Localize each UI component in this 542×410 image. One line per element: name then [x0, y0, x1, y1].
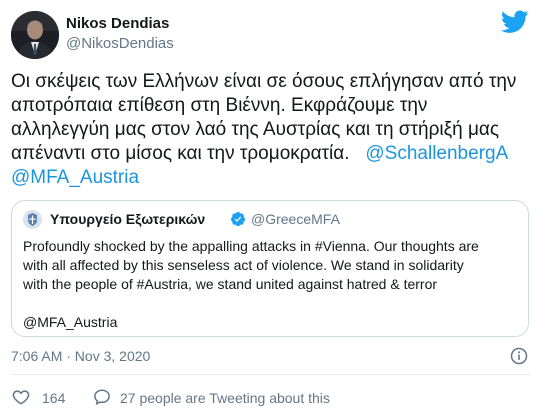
mention-link[interactable]: @SchallenbergA [365, 143, 508, 164]
quoted-text-line: with the people of #Austria, we stand un… [23, 276, 438, 292]
twitter-bird-icon[interactable] [501, 10, 529, 34]
quoted-text-line: with all affected by this senseless act … [23, 257, 464, 273]
tweet-text-line: αποτρόπαια επίθεση στη Βιέννη. Εκφράζουμ… [11, 95, 428, 116]
author-display-name[interactable]: Nikos Dendias [66, 15, 169, 32]
mention-link[interactable]: @MFA_Austria [11, 166, 531, 190]
quoted-author-avatar [23, 210, 42, 229]
people-tweeting-link[interactable]: 27 people are Tweeting about this [120, 390, 330, 406]
author-handle[interactable]: @NikosDendias [66, 35, 174, 52]
likes-count[interactable]: 164 [42, 390, 65, 406]
tweet-text-segment: απέναντι στο μίσος και την τρομοκρατία. [11, 143, 350, 164]
divider [11, 374, 531, 375]
tweet-text: Οι σκέψεις των Ελλήνων είναι σε όσους επ… [11, 70, 531, 190]
greek-emblem-icon [23, 210, 42, 229]
quoted-tweet-text: Profoundly shocked by the appalling atta… [23, 237, 523, 332]
heart-icon[interactable] [12, 388, 30, 406]
embedded-tweet-card: Nikos Dendias @NikosDendias Οι σκέψεις τ… [0, 0, 542, 410]
verified-badge-icon [231, 212, 245, 227]
tweet-text-line: απέναντι στο μίσος και την τρομοκρατία. … [11, 142, 531, 166]
info-icon[interactable] [510, 347, 528, 365]
quoted-text-line: Profoundly shocked by the appalling atta… [23, 238, 479, 254]
tweet-text-line: Οι σκέψεις των Ελλήνων είναι σε όσους επ… [11, 71, 517, 92]
speech-bubble-icon[interactable] [93, 388, 111, 406]
tweet-text-line: αλληλεγγύη μας στον λαό της Αυστρίας και… [11, 119, 500, 140]
quoted-author-handle: @GreeceMFA [251, 211, 340, 227]
quoted-tweet[interactable]: Υπουργείο Εξωτερικών @GreeceMFA Profound… [11, 200, 529, 337]
quoted-text-spacer [23, 294, 523, 313]
author-avatar[interactable] [11, 11, 59, 59]
quoted-text-line: @MFA_Austria [23, 314, 118, 330]
tweet-timestamp[interactable]: 7:06 AM · Nov 3, 2020 [11, 348, 150, 364]
quoted-author-name: Υπουργείο Εξωτερικών [50, 211, 206, 227]
person-portrait-icon [11, 11, 59, 59]
